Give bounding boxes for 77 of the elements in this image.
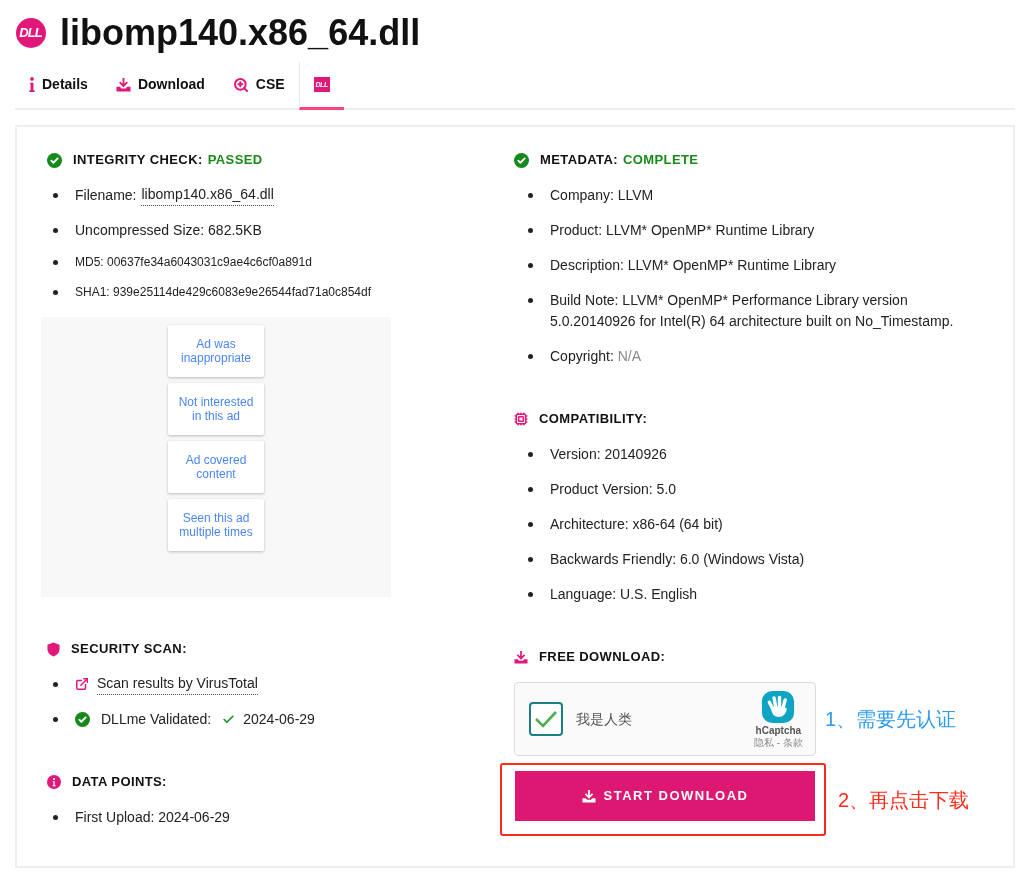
tab[interactable]: CSE [218,62,299,110]
check-circle-icon [514,152,529,168]
bullet-icon [527,451,533,457]
section-heading: COMPATIBILITY: [539,410,648,429]
zoom-in-icon [232,76,249,93]
section-heading: DATA POINTS: [72,773,167,792]
list-text: SHA1: 939e25114de429c6083e9e26544fad71a0c854df [75,284,372,301]
ad-feedback-button[interactable]: Seen this ad multiple times [168,499,264,551]
list-text: Description: LLVM* OpenMP* Runtime Library [550,255,837,275]
link-separator: - [776,736,780,749]
download-icon [115,77,131,92]
status-text: PASSED [207,151,263,170]
bullet-icon [527,297,533,303]
bullet-icon [52,192,58,198]
list-text: Version: 20140926 [550,444,667,464]
list-text: Build Note: LLVM* OpenMP* Performance Library version 5.0.20140926 for Intel(R) 64 architecture built on No_Timestamp. [550,290,955,331]
annotation-note: 1、需要先认证 [825,707,957,732]
list-text: Backwards Friendly: 6.0 (Windows Vista) [550,549,805,569]
section-heading: FREE DOWNLOAD: [539,648,666,667]
section-heading: SECURITY SCAN: [71,640,187,659]
download-icon [514,650,528,664]
list-text: Product Version: 5.0 [550,479,677,499]
bullet-icon [527,486,533,492]
ad-feedback-button[interactable]: Ad was inappropriate [168,325,264,377]
section-heading: METADATA: [540,151,618,170]
info-icon [47,775,61,789]
bullet-icon [52,681,58,687]
annotation-note: 2、再点击下载 [838,787,970,813]
validated-label: DLLme Validated: [101,709,212,729]
list-text: Uncompressed Size: 682.5KB [75,220,262,240]
info-icon [29,77,35,92]
bullet-icon [52,814,58,820]
bullet-icon [527,227,533,233]
bullet-icon [527,591,533,597]
virustotal-link[interactable]: Scan results by VirusTotal [97,673,258,695]
bullet-icon [527,556,533,562]
tab[interactable]: Download [101,62,219,110]
privacy-link[interactable]: 隐私 [753,736,774,749]
chip-icon [514,412,528,426]
list-text: MD5: 00637fe34a6043031c9ae4c6cf0a891d [75,254,312,271]
dll-logo: DLL [16,18,46,48]
list-text: Architecture: x86-64 (64 bit) [550,514,723,534]
bullet-icon [527,521,533,527]
bullet-icon [52,716,58,722]
bullet-icon [52,260,58,265]
captcha-brand: hCaptcha [755,724,802,737]
bullet-icon [527,192,533,198]
section-heading: INTEGRITY CHECK: [73,151,203,170]
filename-link[interactable]: libomp140.x86_64.dll [141,184,274,206]
tab[interactable]: Details [15,62,102,110]
status-text: COMPLETE [623,151,699,170]
terms-link[interactable]: 条款 [783,736,803,749]
field-label: Filename: [75,185,137,205]
check-circle-icon [47,152,62,168]
bullet-icon [52,290,58,295]
list-text: Product: LLVM* OpenMP* Runtime Library [550,220,815,240]
bullet-icon [527,353,533,359]
validated-date: 2024-06-29 [243,709,315,729]
list-text: First Upload: 2024-06-29 [75,807,230,827]
download-icon [581,789,596,803]
captcha-label: 我是人类 [576,709,632,729]
check-icon [222,712,236,726]
bullet-icon [52,227,58,233]
ad-feedback-button[interactable]: Ad covered content [168,441,264,493]
hand-logo-icon [761,689,796,724]
bullet-icon [527,262,533,268]
page-title: libomp140.x86_64.dll [60,13,421,53]
external-link-icon [75,677,89,691]
captcha-checkbox[interactable] [529,702,563,736]
check-circle-icon [75,711,90,727]
shield-icon [47,641,60,657]
ad-feedback-button[interactable]: Not interested in this ad [168,383,264,435]
check-icon [534,709,558,729]
list-text: Copyright: N/A [550,346,642,366]
start-download-button[interactable]: START DOWNLOAD [515,771,815,821]
list-text: Language: U.S. English [550,584,698,604]
list-text: Company: LLVM [550,185,654,205]
